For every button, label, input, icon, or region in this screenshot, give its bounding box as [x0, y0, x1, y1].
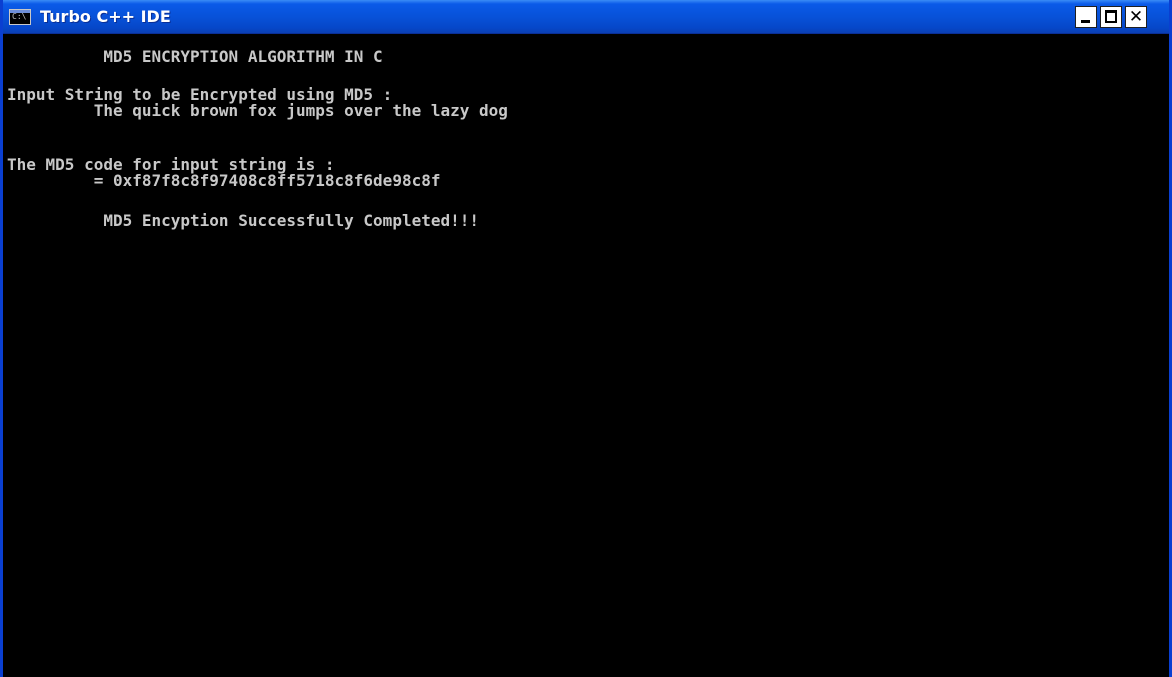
input-string-line: The quick brown fox jumps over the lazy …	[7, 101, 508, 120]
title-bar[interactable]: C:\ Turbo C++ IDE ✕	[3, 0, 1169, 34]
close-button[interactable]: ✕	[1125, 6, 1147, 28]
console-heading: MD5 ENCRYPTION ALGORITHM IN C	[7, 47, 383, 66]
console-window: C:\ Turbo C++ IDE ✕ MD5 ENCRYPTION ALGOR…	[0, 0, 1172, 677]
console-output[interactable]: MD5 ENCRYPTION ALGORITHM IN C Input Stri…	[7, 41, 1167, 677]
window-title: Turbo C++ IDE	[40, 7, 171, 26]
close-icon: ✕	[1128, 7, 1144, 27]
maximize-button[interactable]	[1100, 6, 1122, 28]
minimize-icon	[1081, 20, 1090, 23]
success-message-line: MD5 Encyption Successfully Completed!!!	[7, 211, 480, 230]
minimize-button[interactable]	[1075, 6, 1097, 28]
maximize-icon	[1105, 10, 1117, 23]
console-icon[interactable]: C:\	[9, 9, 31, 25]
md5-hash-line: = 0xf87f8c8f97408c8ff5718c8f6de98c8f	[7, 171, 441, 190]
